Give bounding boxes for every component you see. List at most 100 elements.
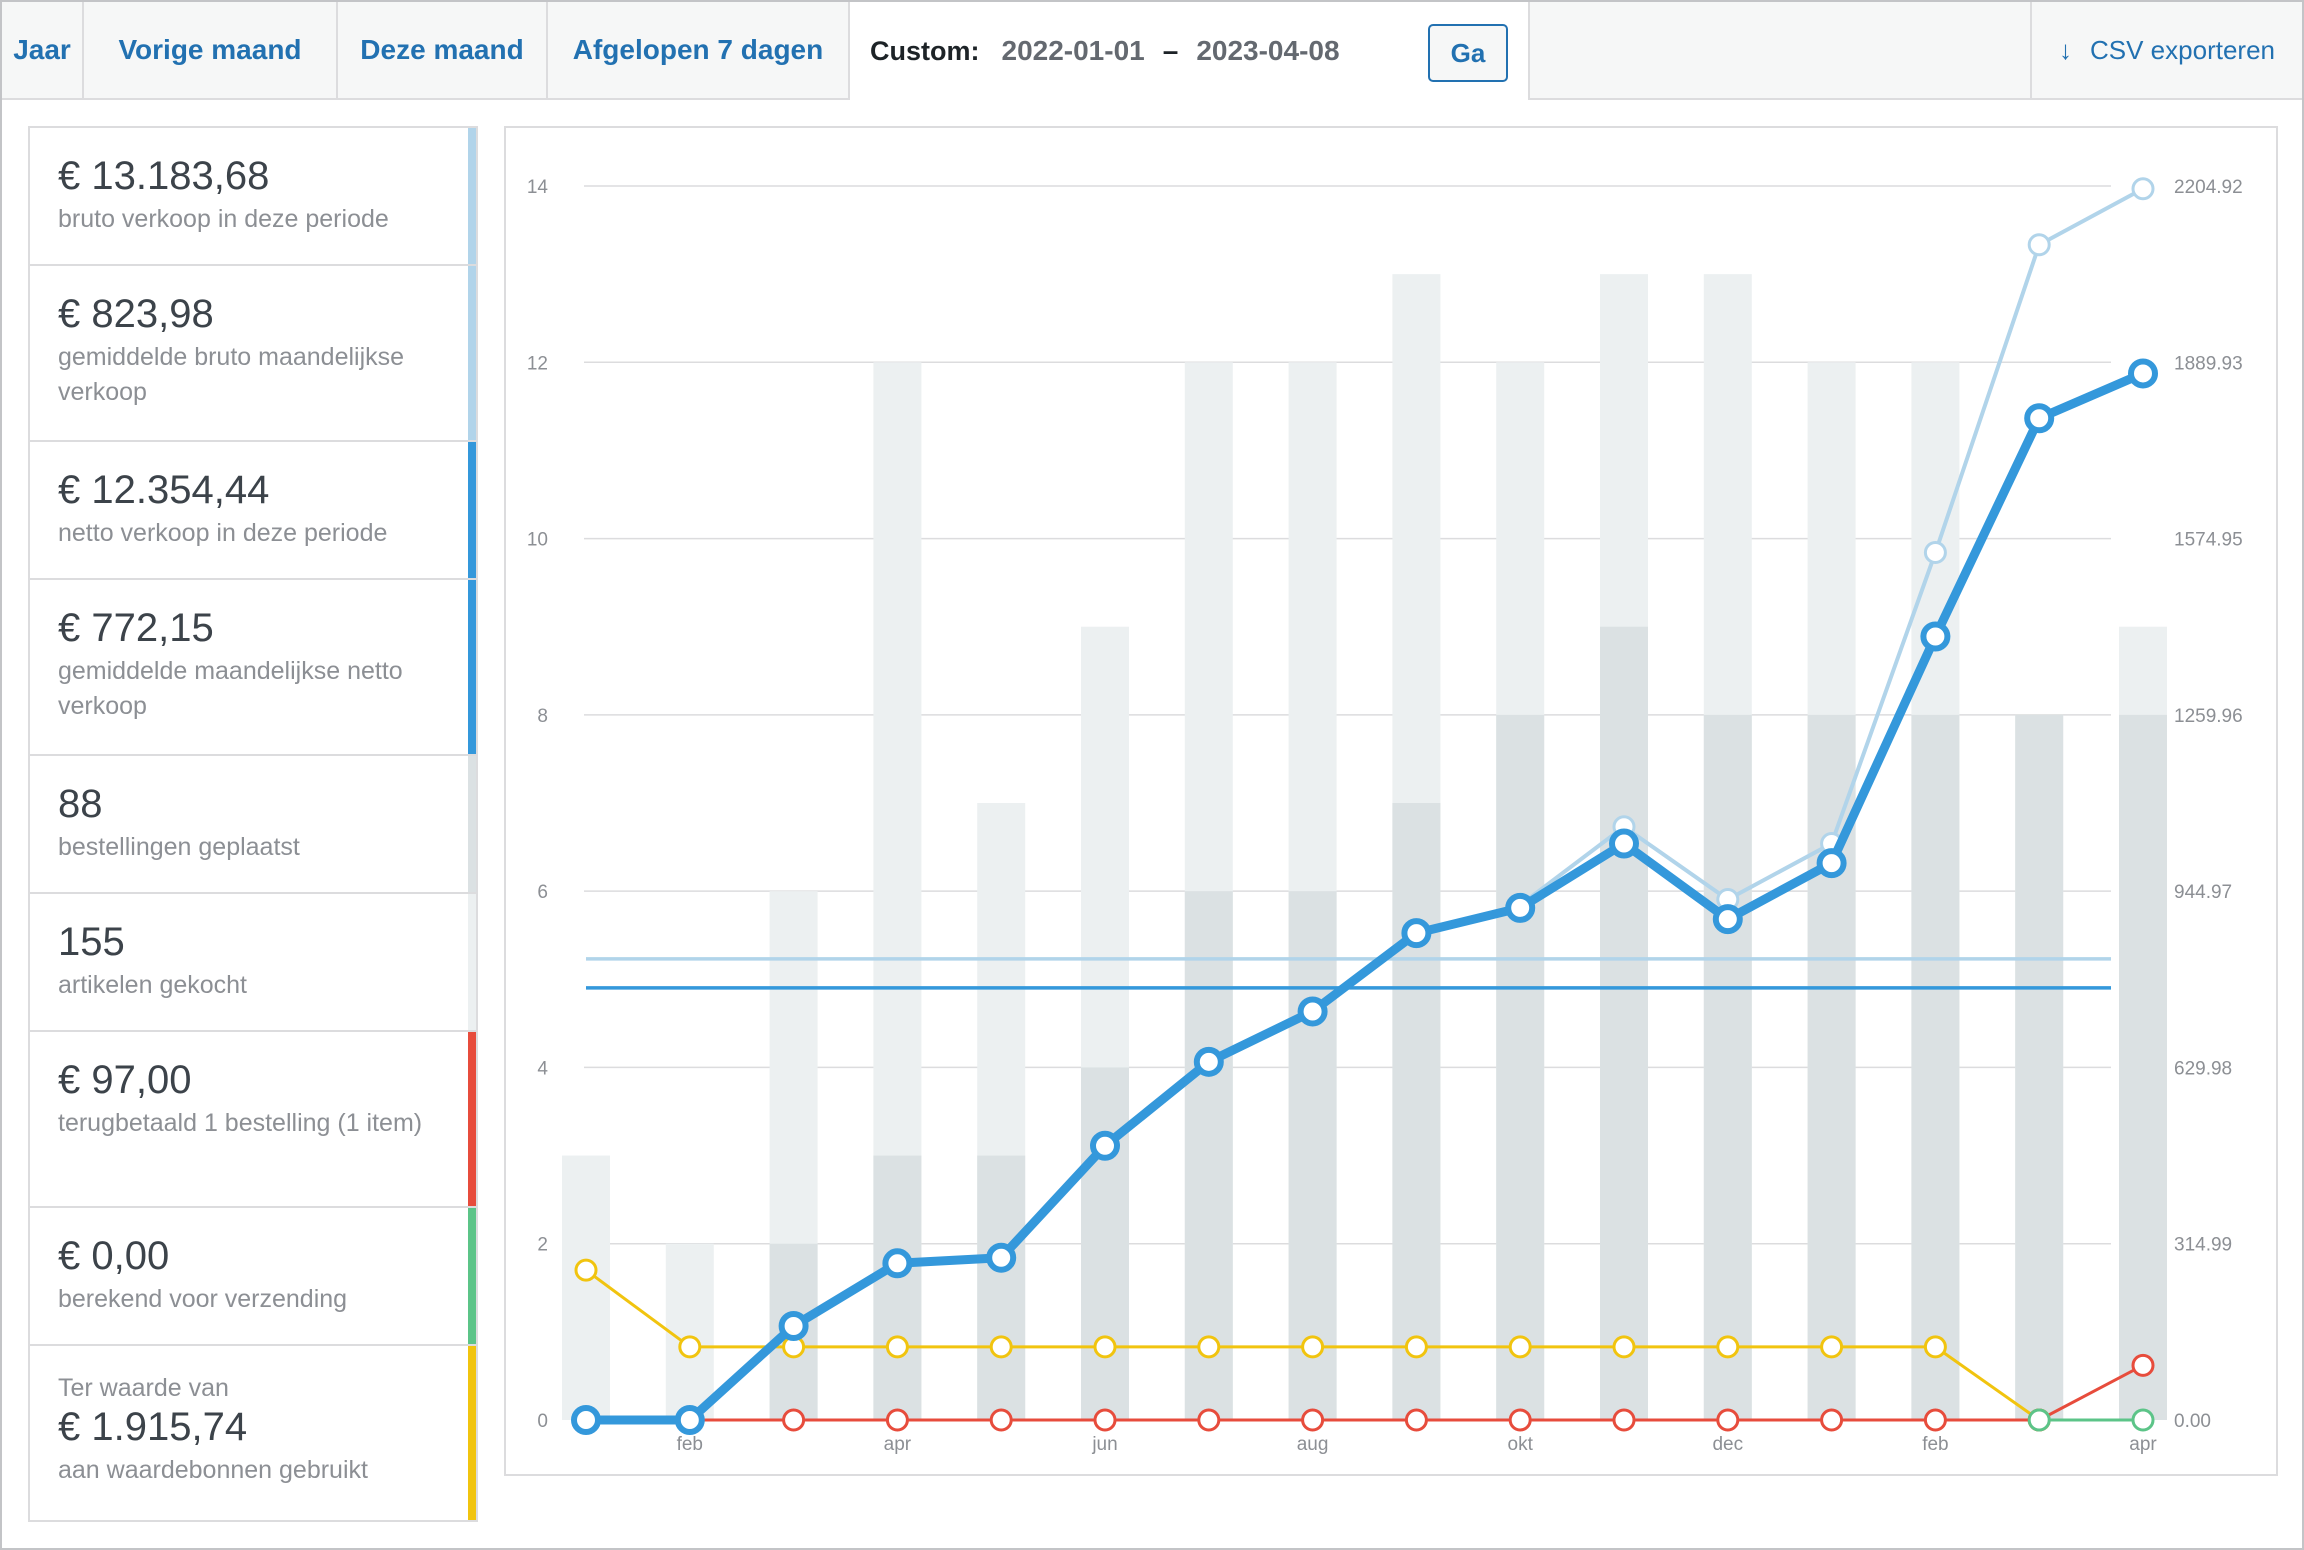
series-line — [586, 369, 2145, 1425]
legend-amount: € 1.915,74 — [58, 1404, 248, 1449]
series-point — [989, 1335, 1013, 1359]
date-to-field[interactable]: 2023-04-08 — [1196, 35, 1339, 67]
series-point — [1193, 1046, 1224, 1077]
legend-color-bar — [468, 266, 476, 440]
series-point — [1923, 541, 1947, 565]
series-point — [1920, 621, 1951, 652]
right-axis-tick-label: 1574.95 — [2174, 530, 2243, 551]
bar-orders — [873, 1155, 922, 1420]
download-arrow-icon: ↓ — [2059, 34, 2072, 65]
series-point — [571, 1405, 601, 1435]
right-axis-tick-label: 0.00 — [2174, 1411, 2211, 1432]
series-point — [1297, 996, 1328, 1027]
export-csv-label: CSV exporteren — [2090, 34, 2275, 65]
bar-items — [665, 1243, 714, 1420]
bar-orders — [1081, 1067, 1129, 1420]
series-point — [2131, 177, 2155, 201]
left-axis-tick-label: 6 — [537, 882, 548, 903]
legend-shipping[interactable]: € 0,00 berekend voor verzending — [30, 1208, 476, 1346]
x-axis-tick-label: okt — [1508, 1434, 1534, 1455]
legend-color-bar — [468, 894, 476, 1030]
series-point — [1508, 1408, 1532, 1432]
series-point — [1197, 1335, 1221, 1359]
series-point — [674, 1405, 705, 1435]
series-point — [1923, 1335, 1947, 1359]
left-axis-tick-label: 10 — [527, 530, 548, 551]
series-point — [989, 1408, 1013, 1432]
legend-prefix: Ter waarde van — [58, 1374, 229, 1402]
chart-svg: 0 2 4 6 8 10 12 14 0.00 314.99 629.98 944.97 1259.96… — [527, 177, 2243, 1455]
bar-orders — [1703, 714, 1752, 1420]
right-axis-tick-label: 629.98 — [2174, 1058, 2232, 1079]
legend-amount: € 97,00 — [58, 1058, 192, 1102]
legend-color-bar — [468, 128, 476, 264]
series-point — [885, 1408, 909, 1432]
left-axis-tick-label: 8 — [537, 706, 548, 727]
series-point — [1508, 1335, 1532, 1359]
series-point — [1716, 1335, 1740, 1359]
bar-orders — [1496, 714, 1545, 1420]
report-frame: Jaar Vorige maand Deze maand Afgelopen 7… — [0, 0, 2304, 1550]
legend-orders-placed[interactable]: 88 bestellingen geplaatst — [30, 756, 476, 894]
right-axis-tick-label: 314.99 — [2174, 1235, 2232, 1256]
series-line — [586, 186, 2144, 1422]
legend-desc: berekend voor verzending — [58, 1285, 348, 1313]
tab-last-7-days[interactable]: Afgelopen 7 dagen — [548, 2, 850, 98]
legend-color-bar — [468, 442, 476, 578]
bar-orders — [977, 1155, 1026, 1420]
legend-avg-net-sales[interactable]: € 772,15 gemiddelde maandelijkse netto v… — [30, 580, 476, 756]
bar-items — [562, 1155, 610, 1420]
series-point — [2027, 233, 2051, 257]
series-point — [2024, 403, 2055, 434]
legend-amount: € 0,00 — [58, 1234, 170, 1278]
x-axis-tick-label: apr — [2129, 1434, 2157, 1455]
bar-orders — [2015, 714, 2064, 1420]
legend-desc: gemiddelde maandelijkse netto verkoop — [58, 657, 403, 720]
legend-amount: € 823,98 — [58, 292, 214, 336]
legend-gross-sales[interactable]: € 13.183,68 bruto verkoop in deze period… — [30, 128, 476, 266]
legend-amount: € 13.183,68 — [58, 154, 270, 198]
series-line — [586, 1364, 2144, 1422]
series-point — [1612, 1408, 1636, 1432]
legend-avg-gross-sales[interactable]: € 823,98 gemiddelde bruto maandelijkse v… — [30, 266, 476, 442]
legend-color-bar — [468, 1032, 476, 1206]
left-axis-tick-label: 4 — [537, 1058, 548, 1079]
series-point — [885, 1335, 909, 1359]
x-axis-tick-label: feb — [677, 1434, 703, 1455]
tab-this-month[interactable]: Deze maand — [338, 2, 548, 98]
series-point — [1404, 1335, 1428, 1359]
legend-color-bar — [468, 580, 476, 754]
series-point — [2128, 358, 2158, 389]
legend-desc: netto verkoop in deze periode — [58, 519, 388, 547]
right-axis-tick-label: 1259.96 — [2174, 706, 2243, 727]
legend-color-bar — [468, 756, 476, 892]
bar-orders — [1911, 714, 1960, 1420]
x-axis-tick-label: apr — [884, 1434, 912, 1455]
legend-net-sales[interactable]: € 12.354,44 netto verkoop in deze period… — [30, 442, 476, 580]
legend-items-purchased[interactable]: 155 artikelen gekocht — [30, 894, 476, 1032]
legend-refunded[interactable]: € 97,00 terugbetaald 1 bestelling (1 ite… — [30, 1032, 476, 1208]
right-axis-tick-label: 2204.92 — [2174, 177, 2243, 198]
date-separator: – — [1162, 35, 1179, 66]
bar-orders — [1600, 626, 1648, 1420]
series-point — [1820, 1335, 1844, 1359]
left-axis-tick-label: 2 — [537, 1235, 548, 1256]
legend-desc: terugbetaald 1 bestelling (1 item) — [58, 1109, 423, 1137]
x-axis-tick-label: aug — [1297, 1434, 1329, 1455]
legend-desc: gemiddelde bruto maandelijkse verkoop — [58, 343, 405, 406]
series-point — [1816, 848, 1847, 879]
left-axis-tick-label: 14 — [527, 177, 549, 198]
legend-coupons[interactable]: Ter waarde van € 1.915,74 aan waardebonn… — [30, 1346, 476, 1520]
series-point — [1923, 1408, 1947, 1432]
date-from-field[interactable]: 2022-01-01 — [1002, 35, 1145, 67]
export-csv-button[interactable]: ↓ CSV exporteren — [2030, 2, 2302, 98]
legend-desc: aan waardebonnen gebruikt — [58, 1455, 368, 1484]
series-point — [1301, 1335, 1325, 1359]
go-button[interactable]: Ga — [1428, 24, 1508, 82]
series-point — [1093, 1335, 1117, 1359]
tab-last-month[interactable]: Vorige maand — [84, 2, 338, 98]
tab-year[interactable]: Jaar — [2, 2, 84, 98]
series-point — [2131, 1408, 2155, 1432]
series-point — [1404, 1408, 1428, 1432]
right-axis-tick-label: 944.97 — [2174, 882, 2232, 903]
